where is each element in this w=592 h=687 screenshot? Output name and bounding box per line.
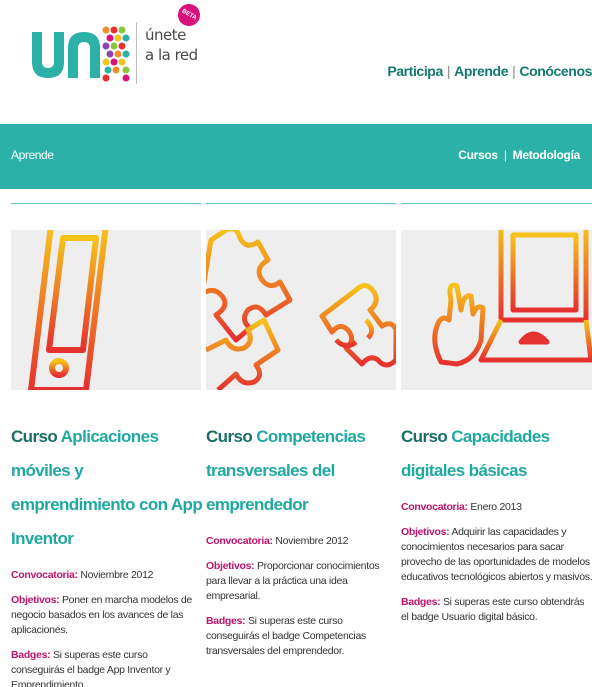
course-title-prefix: Curso bbox=[401, 427, 448, 446]
course-title-prefix: Curso bbox=[11, 427, 58, 446]
course-title[interactable]: Curso Capacidades digitales básicas bbox=[401, 420, 592, 488]
course-convocatoria: Convocatoria: Enero 2013 bbox=[401, 500, 592, 515]
section-nav-metodologia[interactable]: Metodología bbox=[513, 148, 581, 162]
nav-aprende[interactable]: Aprende bbox=[454, 63, 508, 79]
nav-participa[interactable]: Participa bbox=[387, 63, 443, 79]
course-convocatoria: Convocatoria: Noviembre 2012 bbox=[206, 534, 398, 549]
objetivos-label: Objetivos: bbox=[206, 560, 255, 572]
course-thumbnail[interactable] bbox=[401, 230, 592, 390]
nav-separator: | bbox=[512, 63, 516, 79]
convocatoria-label: Convocatoria: bbox=[11, 569, 78, 581]
section-nav-separator: | bbox=[503, 148, 507, 162]
unx-logo[interactable] bbox=[30, 22, 130, 82]
section-nav-cursos[interactable]: Cursos bbox=[458, 148, 498, 162]
course-title[interactable]: Curso Aplicaciones móviles y emprendimie… bbox=[11, 420, 203, 556]
course-thumbnail[interactable] bbox=[206, 230, 396, 390]
laptop-hand-icon bbox=[432, 230, 592, 367]
course-card: Curso Competencias transversales del emp… bbox=[206, 420, 398, 659]
objetivos-label: Objetivos: bbox=[11, 594, 60, 606]
course-badges: Badges: Si superas este curso obtendrás … bbox=[401, 595, 592, 625]
tagline: únete a la red bbox=[145, 25, 198, 65]
course-thumbnail[interactable] bbox=[11, 230, 201, 390]
convocatoria-value: Noviembre 2012 bbox=[80, 569, 154, 581]
course-objetivos: Objetivos: Adquirir las capacidades y co… bbox=[401, 525, 592, 585]
site-header: únete a la red BETA Participa | Aprende | Co… bbox=[0, 0, 592, 100]
logo-divider bbox=[136, 22, 137, 84]
tagline-line-1: únete bbox=[145, 26, 186, 44]
course-convocatoria: Convocatoria: Noviembre 2012 bbox=[11, 568, 203, 583]
badges-label: Badges: bbox=[11, 649, 51, 661]
nav-conocenos[interactable]: Conócenos bbox=[519, 63, 592, 79]
section-nav: Cursos | Metodología bbox=[458, 148, 580, 162]
nav-separator: | bbox=[446, 63, 451, 79]
convocatoria-value: Enero 2013 bbox=[470, 501, 522, 513]
course-card: Curso Aplicaciones móviles y emprendimie… bbox=[11, 420, 203, 687]
column-rule bbox=[11, 203, 201, 204]
course-objetivos: Objetivos: Poner en marcha modelos de ne… bbox=[11, 593, 203, 638]
badges-label: Badges: bbox=[401, 596, 441, 608]
course-title[interactable]: Curso Competencias transversales del emp… bbox=[206, 420, 398, 522]
top-nav: Participa | Aprende | Conócenos bbox=[387, 63, 592, 79]
mobile-phone-icon bbox=[28, 230, 109, 390]
convocatoria-value: Noviembre 2012 bbox=[275, 535, 349, 547]
puzzle-pieces-icon bbox=[206, 230, 396, 390]
course-objetivos: Objetivos: Proporcionar conocimientos pa… bbox=[206, 559, 398, 604]
column-rule bbox=[206, 203, 396, 204]
tagline-line-2: a la red bbox=[145, 46, 198, 64]
course-badges: Badges: Si superas este curso conseguirá… bbox=[11, 648, 203, 687]
course-card: Curso Capacidades digitales básicas Conv… bbox=[401, 420, 592, 625]
course-title-prefix: Curso bbox=[206, 427, 253, 446]
convocatoria-label: Convocatoria: bbox=[206, 535, 273, 547]
column-rule bbox=[401, 203, 592, 204]
course-badges: Badges: Si superas este curso conseguirá… bbox=[206, 614, 398, 659]
badges-label: Badges: bbox=[206, 615, 246, 627]
section-title: Aprende bbox=[11, 148, 54, 162]
section-bar: Aprende Cursos | Metodología bbox=[0, 124, 592, 189]
convocatoria-label: Convocatoria: bbox=[401, 501, 468, 513]
objetivos-label: Objetivos: bbox=[401, 526, 450, 538]
